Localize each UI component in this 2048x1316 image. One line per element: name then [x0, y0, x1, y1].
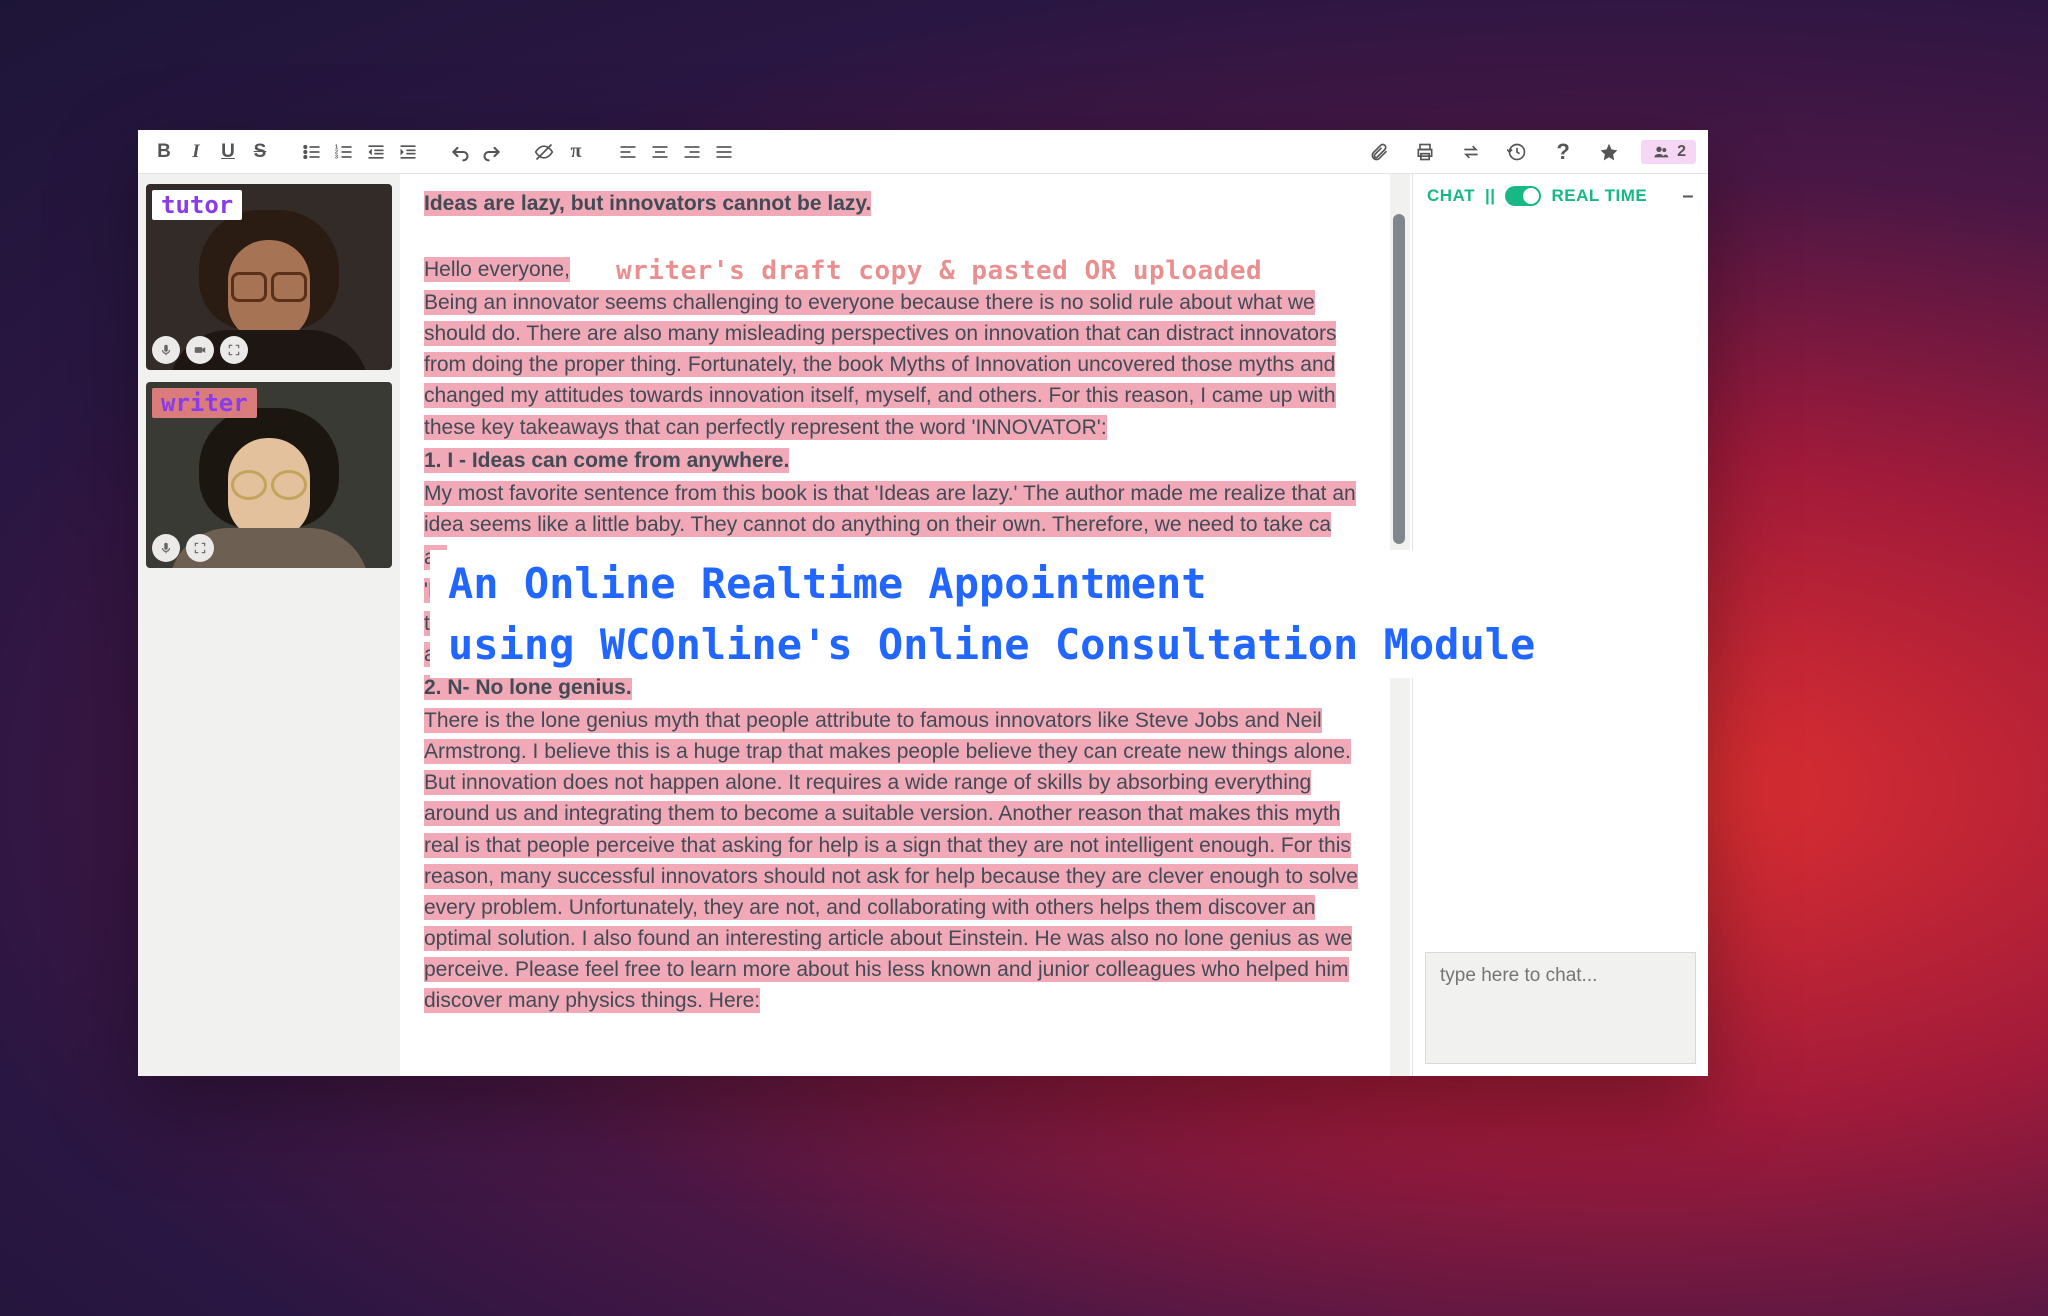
history-button[interactable] [1503, 138, 1531, 166]
align-justify-button[interactable] [710, 138, 738, 166]
annotation-draft: writer's draft copy & pasted OR uploaded [604, 254, 1274, 288]
doc-title: Ideas are lazy, but innovators cannot be… [424, 191, 871, 216]
align-right-button[interactable] [678, 138, 706, 166]
chat-input[interactable] [1425, 952, 1696, 1064]
swap-button[interactable] [1457, 138, 1485, 166]
ordered-list-button[interactable]: 123 [330, 138, 358, 166]
italic-button[interactable]: I [182, 138, 210, 166]
doc-p3: There is the lone genius myth that peopl… [424, 708, 1358, 1013]
video-tile-writer[interactable]: writer [146, 382, 392, 568]
doc-h2: 2. N- No lone genius. [424, 675, 632, 700]
chat-label: CHAT [1427, 186, 1475, 206]
doc-hello: Hello everyone, [424, 257, 570, 282]
bullet-list-button[interactable] [298, 138, 326, 166]
video-label-tutor: tutor [152, 190, 242, 220]
doc-p1: Being an innovator seems challenging to … [424, 290, 1336, 439]
hide-button[interactable] [530, 138, 558, 166]
camera-button[interactable] [186, 336, 214, 364]
video-sidebar: tutor writer [138, 174, 400, 1076]
collapse-chat-button[interactable]: – [1682, 185, 1694, 208]
align-center-button[interactable] [646, 138, 674, 166]
svg-text:3: 3 [335, 154, 339, 160]
redo-button[interactable] [478, 138, 506, 166]
indent-button[interactable] [394, 138, 422, 166]
help-button[interactable]: ? [1549, 138, 1577, 166]
realtime-label: REAL TIME [1551, 186, 1647, 206]
chat-header: CHAT || REAL TIME – [1413, 174, 1708, 218]
attach-button[interactable] [1365, 138, 1393, 166]
outdent-button[interactable] [362, 138, 390, 166]
editor-toolbar: B I U S 123 [138, 130, 1708, 174]
chat-sep: || [1485, 186, 1496, 206]
fullscreen-button[interactable] [186, 534, 214, 562]
editor-scrollbar-thumb[interactable] [1393, 214, 1405, 544]
bold-button[interactable]: B [150, 138, 178, 166]
equation-button[interactable]: π [562, 138, 590, 166]
doc-h1: 1. I - Ideas can come from anywhere. [424, 448, 789, 473]
annotation-title: An Online Realtime Appointment using WCO… [430, 550, 1561, 678]
align-left-button[interactable] [614, 138, 642, 166]
users-icon [1651, 144, 1671, 160]
participants-badge[interactable]: 2 [1641, 140, 1696, 164]
doc-p2a: My most favorite sentence from this book… [424, 481, 1356, 537]
video-label-writer: writer [152, 388, 257, 418]
realtime-toggle[interactable] [1505, 186, 1541, 206]
video-tile-tutor[interactable]: tutor [146, 184, 392, 370]
underline-button[interactable]: U [214, 138, 242, 166]
participants-count: 2 [1677, 143, 1686, 161]
mic-button[interactable] [152, 336, 180, 364]
fullscreen-button[interactable] [220, 336, 248, 364]
mic-button[interactable] [152, 534, 180, 562]
favorite-button[interactable] [1595, 138, 1623, 166]
strike-button[interactable]: S [246, 138, 274, 166]
print-button[interactable] [1411, 138, 1439, 166]
undo-button[interactable] [446, 138, 474, 166]
